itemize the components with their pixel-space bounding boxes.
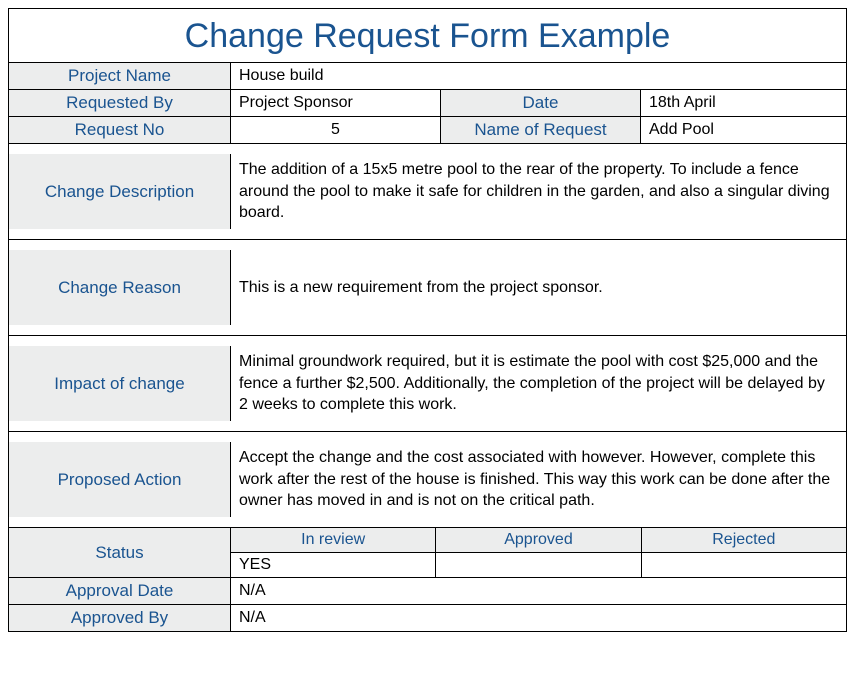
status-head-approved: Approved [436, 528, 641, 552]
label-project-name: Project Name [9, 63, 231, 89]
value-change-reason: This is a new requirement from the proje… [231, 250, 846, 325]
value-approval-date: N/A [231, 578, 846, 604]
value-proposed-action: Accept the change and the cost associate… [231, 442, 846, 517]
status-value-row: YES [231, 553, 846, 577]
label-approved-by: Approved By [9, 605, 231, 631]
value-date: 18th April [641, 90, 846, 116]
value-requested-by: Project Sponsor [231, 90, 441, 116]
change-request-form: Change Request Form Example Project Name… [8, 8, 847, 632]
value-approved-by: N/A [231, 605, 846, 631]
row-project-name: Project Name House build [9, 63, 846, 90]
label-approval-date: Approval Date [9, 578, 231, 604]
label-change-description: Change Description [9, 154, 231, 229]
status-grid: In review Approved Rejected YES [231, 528, 846, 577]
label-proposed-action: Proposed Action [9, 442, 231, 517]
status-value-approved [436, 553, 641, 577]
row-proposed-action: Proposed Action Accept the change and th… [9, 432, 846, 528]
label-impact: Impact of change [9, 346, 231, 421]
value-impact: Minimal groundwork required, but it is e… [231, 346, 846, 421]
label-date: Date [441, 90, 641, 116]
row-change-reason: Change Reason This is a new requirement … [9, 240, 846, 336]
label-change-reason: Change Reason [9, 250, 231, 325]
status-value-rejected [642, 553, 846, 577]
row-change-description: Change Description The addition of a 15x… [9, 144, 846, 240]
row-approved-by: Approved By N/A [9, 605, 846, 631]
label-name-of-request: Name of Request [441, 117, 641, 143]
label-status: Status [9, 528, 231, 577]
form-title: Change Request Form Example [9, 9, 846, 63]
row-request-no: Request No 5 Name of Request Add Pool [9, 117, 846, 144]
status-head-rejected: Rejected [642, 528, 846, 552]
label-request-no: Request No [9, 117, 231, 143]
label-requested-by: Requested By [9, 90, 231, 116]
row-requested-by: Requested By Project Sponsor Date 18th A… [9, 90, 846, 117]
value-request-no: 5 [231, 117, 441, 143]
value-project-name: House build [231, 63, 846, 89]
status-value-in-review: YES [231, 553, 436, 577]
value-name-of-request: Add Pool [641, 117, 846, 143]
row-approval-date: Approval Date N/A [9, 578, 846, 605]
status-head-in-review: In review [231, 528, 436, 552]
status-header-row: In review Approved Rejected [231, 528, 846, 553]
row-status: Status In review Approved Rejected YES [9, 528, 846, 578]
row-impact: Impact of change Minimal groundwork requ… [9, 336, 846, 432]
value-change-description: The addition of a 15x5 metre pool to the… [231, 154, 846, 229]
